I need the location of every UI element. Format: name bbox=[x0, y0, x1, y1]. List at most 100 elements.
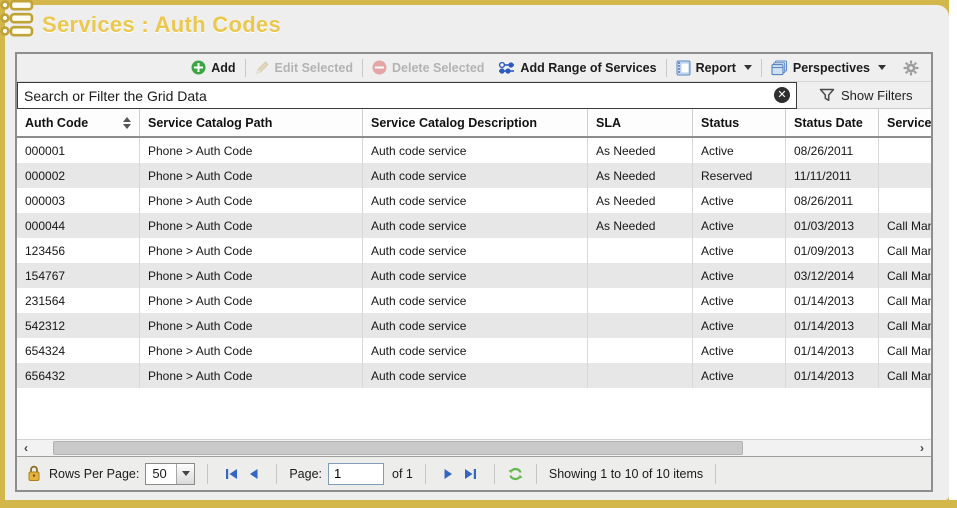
toolbar-separator bbox=[761, 59, 762, 77]
page-label: Page: bbox=[289, 467, 322, 481]
table-row[interactable]: 542312 Phone > Auth Code Auth code servi… bbox=[17, 313, 931, 338]
cell-auth-code: 000001 bbox=[17, 138, 140, 163]
table-row[interactable]: 000044 Phone > Auth Code Auth code servi… bbox=[17, 213, 931, 238]
pager-separator bbox=[715, 464, 716, 484]
delete-icon bbox=[372, 60, 387, 75]
sort-icon[interactable] bbox=[123, 117, 131, 129]
table-row[interactable]: 656432 Phone > Auth Code Auth code servi… bbox=[17, 363, 931, 388]
cell-service-host: Call Manag bbox=[879, 213, 931, 238]
cell-service-catalog-path: Phone > Auth Code bbox=[140, 163, 363, 188]
add-range-icon bbox=[498, 61, 515, 75]
add-range-of-services-button[interactable]: Add Range of Services bbox=[491, 57, 663, 79]
column-header-label: Service H bbox=[887, 116, 931, 130]
column-header-service-catalog-description[interactable]: Service Catalog Description bbox=[363, 109, 588, 136]
cell-auth-code: 000003 bbox=[17, 188, 140, 213]
cell-service-host: Call Manag bbox=[879, 263, 931, 288]
table-row[interactable]: 000003 Phone > Auth Code Auth code servi… bbox=[17, 188, 931, 213]
scrollbar-track[interactable] bbox=[35, 440, 913, 456]
pager-separator bbox=[425, 464, 426, 484]
delete-selected-button[interactable]: Delete Selected bbox=[365, 57, 491, 79]
cell-auth-code: 000044 bbox=[17, 213, 140, 238]
table-row[interactable]: 654324 Phone > Auth Code Auth code servi… bbox=[17, 338, 931, 363]
page-right-margin bbox=[949, 0, 957, 500]
cell-auth-code: 123456 bbox=[17, 238, 140, 263]
search-input[interactable] bbox=[17, 82, 797, 109]
show-filters-button[interactable]: Show Filters bbox=[797, 82, 931, 108]
column-header-status[interactable]: Status bbox=[693, 109, 786, 136]
cell-service-host: Call Manag bbox=[879, 363, 931, 388]
rows-per-page-select[interactable]: 50 bbox=[145, 463, 195, 485]
grid-body: 000001 Phone > Auth Code Auth code servi… bbox=[17, 138, 931, 439]
table-row[interactable]: 000001 Phone > Auth Code Auth code servi… bbox=[17, 138, 931, 163]
page-number-input[interactable] bbox=[328, 463, 384, 485]
table-row[interactable]: 000002 Phone > Auth Code Auth code servi… bbox=[17, 163, 931, 188]
services-list-icon bbox=[0, 0, 38, 41]
rows-per-page-value: 50 bbox=[146, 464, 176, 484]
column-header-label: Auth Code bbox=[25, 116, 88, 130]
clear-search-icon[interactable]: ✕ bbox=[774, 87, 790, 103]
pager-separator bbox=[494, 464, 495, 484]
cell-service-catalog-description: Auth code service bbox=[363, 138, 588, 163]
cell-status: Active bbox=[693, 288, 786, 313]
lock-icon[interactable] bbox=[27, 465, 41, 482]
cell-auth-code: 000002 bbox=[17, 163, 140, 188]
cell-status-date: 08/26/2011 bbox=[786, 188, 879, 213]
cell-auth-code: 154767 bbox=[17, 263, 140, 288]
cell-service-catalog-description: Auth code service bbox=[363, 238, 588, 263]
scrollbar-thumb[interactable] bbox=[53, 441, 743, 455]
column-header-sla[interactable]: SLA bbox=[588, 109, 693, 136]
grid-settings-button[interactable] bbox=[893, 57, 925, 79]
scroll-right-icon[interactable]: › bbox=[913, 441, 931, 456]
refresh-button[interactable] bbox=[507, 466, 524, 482]
delete-selected-label: Delete Selected bbox=[392, 61, 484, 75]
column-header-service-host[interactable]: Service H bbox=[879, 109, 931, 136]
cell-service-catalog-description: Auth code service bbox=[363, 338, 588, 363]
perspectives-label: Perspectives bbox=[793, 61, 870, 75]
cell-status-date: 01/09/2013 bbox=[786, 238, 879, 263]
cell-status-date: 11/11/2011 bbox=[786, 163, 879, 188]
cell-sla bbox=[588, 363, 693, 388]
show-filters-label: Show Filters bbox=[841, 88, 913, 103]
report-label: Report bbox=[696, 61, 736, 75]
cell-status: Reserved bbox=[693, 163, 786, 188]
last-page-button[interactable] bbox=[460, 463, 482, 485]
column-header-service-catalog-path[interactable]: Service Catalog Path bbox=[140, 109, 363, 136]
cell-auth-code: 656432 bbox=[17, 363, 140, 388]
cell-auth-code: 231564 bbox=[17, 288, 140, 313]
rows-per-page-label: Rows Per Page: bbox=[49, 467, 139, 481]
cell-service-catalog-path: Phone > Auth Code bbox=[140, 313, 363, 338]
add-label: Add bbox=[211, 61, 235, 75]
items-summary: Showing 1 to 10 of 10 items bbox=[549, 467, 703, 481]
table-row[interactable]: 154767 Phone > Auth Code Auth code servi… bbox=[17, 263, 931, 288]
cell-status-date: 01/14/2013 bbox=[786, 313, 879, 338]
table-row[interactable]: 231564 Phone > Auth Code Auth code servi… bbox=[17, 288, 931, 313]
pagination-bar: Rows Per Page: 50 Page: of 1 bbox=[17, 456, 931, 490]
column-header-label: Status bbox=[701, 116, 739, 130]
cell-status-date: 03/12/2014 bbox=[786, 263, 879, 288]
first-page-button[interactable] bbox=[220, 463, 242, 485]
table-row[interactable]: 123456 Phone > Auth Code Auth code servi… bbox=[17, 238, 931, 263]
page-title: Services : Auth Codes bbox=[42, 12, 281, 38]
add-button[interactable]: Add bbox=[184, 57, 242, 79]
cell-auth-code: 542312 bbox=[17, 313, 140, 338]
next-page-button[interactable] bbox=[438, 463, 460, 485]
select-dropdown-button[interactable] bbox=[176, 464, 194, 484]
edit-selected-button[interactable]: Edit Selected bbox=[248, 57, 361, 79]
cell-sla bbox=[588, 313, 693, 338]
cell-service-catalog-description: Auth code service bbox=[363, 263, 588, 288]
cell-sla: As Needed bbox=[588, 188, 693, 213]
column-header-status-date[interactable]: Status Date bbox=[786, 109, 879, 136]
cell-status: Active bbox=[693, 313, 786, 338]
scroll-left-icon[interactable]: ‹ bbox=[17, 441, 35, 456]
perspectives-button[interactable]: Perspectives bbox=[764, 57, 893, 79]
column-header-auth-code[interactable]: Auth Code bbox=[17, 109, 140, 136]
previous-page-button[interactable] bbox=[242, 463, 264, 485]
refresh-icon bbox=[507, 466, 524, 482]
cell-sla: As Needed bbox=[588, 213, 693, 238]
edit-selected-label: Edit Selected bbox=[275, 61, 354, 75]
cell-status: Active bbox=[693, 238, 786, 263]
report-button[interactable]: Report bbox=[669, 57, 759, 79]
cell-status-date: 01/14/2013 bbox=[786, 363, 879, 388]
perspectives-icon bbox=[771, 60, 788, 76]
first-page-icon bbox=[225, 468, 238, 480]
